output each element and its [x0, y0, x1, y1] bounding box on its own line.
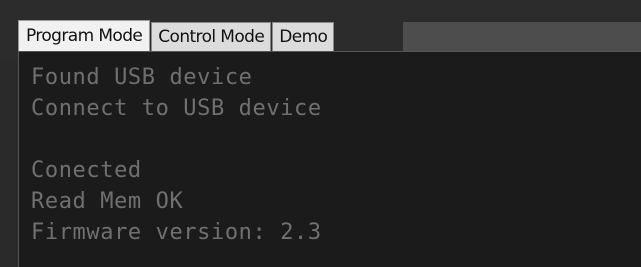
console-line: Firmware version: 2.3 [31, 220, 322, 245]
tab-strip: Program Mode Control Mode Demo [18, 20, 335, 51]
tab-control-mode[interactable]: Control Mode [151, 22, 272, 51]
tab-program-mode[interactable]: Program Mode [18, 20, 151, 51]
tab-bar-empty-area [403, 22, 641, 51]
console-output: Found USB device Connect to USB device C… [18, 51, 641, 267]
console-line: Connect to USB device [31, 96, 322, 121]
console-line: Found USB device [31, 65, 253, 90]
console-line: Conected [31, 158, 142, 183]
console-lines: Found USB device Connect to USB device C… [31, 62, 322, 248]
app-window: Program Mode Control Mode Demo Found USB… [0, 0, 641, 267]
console-line: Read Mem OK [31, 189, 184, 214]
tab-demo[interactable]: Demo [272, 22, 335, 51]
